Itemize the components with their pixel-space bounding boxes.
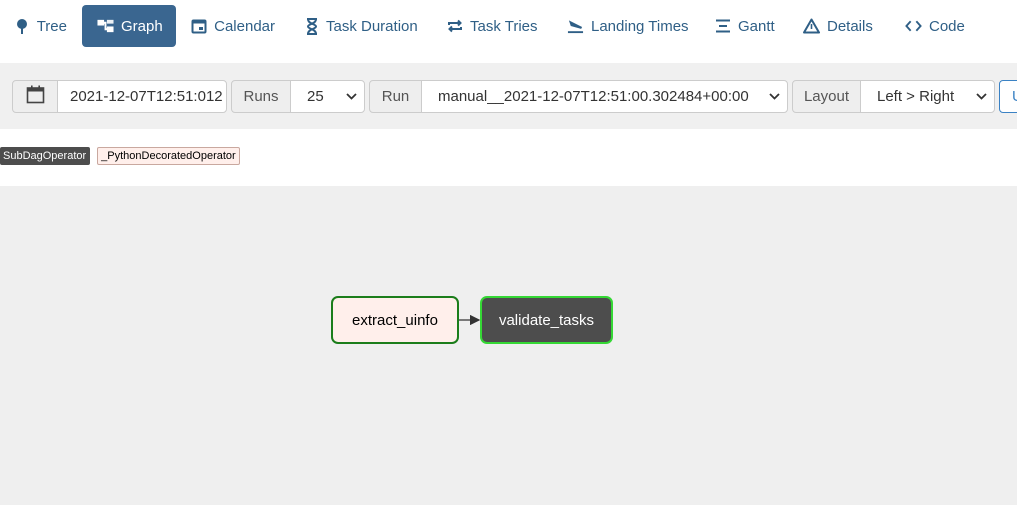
task-node-label: validate_tasks: [498, 311, 595, 329]
dag-view-tabs: Tree Graph Calendar Task Duration Task T…: [0, 5, 980, 47]
calendar-icon: [191, 18, 207, 35]
tab-landing-times[interactable]: Landing Times: [552, 5, 700, 47]
calendar-icon: [26, 85, 45, 108]
hourglass-icon: [305, 17, 319, 35]
update-button[interactable]: Update: [999, 80, 1017, 113]
plane-landing-icon: [567, 18, 584, 35]
warning-triangle-icon: [803, 18, 820, 35]
dag-graph-canvas[interactable]: extract_uinfo validate_tasks: [0, 186, 1017, 505]
task-node-validate-tasks[interactable]: validate_tasks: [480, 296, 613, 344]
tab-details[interactable]: Details: [788, 5, 890, 47]
chevron-down-icon: [968, 93, 994, 100]
task-node-label: extract_uinfo: [352, 311, 438, 329]
tab-graph[interactable]: Graph: [82, 5, 176, 47]
tab-label: Landing Times: [591, 17, 689, 35]
graph-view-page: Tree Graph Calendar Task Duration Task T…: [0, 0, 1017, 505]
tab-label: Task Tries: [470, 17, 538, 35]
run-label: Run: [369, 80, 422, 113]
graph-controls-bar: 2021-12-07T12:51:012 Runs 25 Run manual_…: [0, 63, 1017, 129]
tab-label: Calendar: [214, 17, 275, 35]
tree-icon: [15, 18, 30, 35]
base-date-input[interactable]: 2021-12-07T12:51:012: [57, 80, 227, 113]
graph-icon: [97, 18, 114, 35]
tab-label: Details: [827, 17, 873, 35]
tab-label: Tree: [36, 17, 67, 35]
runs-select[interactable]: 25: [290, 80, 365, 113]
code-icon: [905, 18, 922, 35]
chevron-down-icon: [338, 93, 364, 100]
tab-label: Gantt: [738, 17, 775, 35]
tab-calendar[interactable]: Calendar: [176, 5, 290, 47]
runs-label: Runs: [231, 80, 291, 113]
tab-label: Graph: [121, 17, 163, 35]
operator-legend: SubDagOperator _PythonDecoratedOperator: [0, 147, 240, 165]
tab-task-duration[interactable]: Task Duration: [290, 5, 432, 47]
layout-value: Left > Right: [877, 88, 955, 105]
tab-label: Code: [929, 17, 965, 35]
layout-select[interactable]: Left > Right: [860, 80, 995, 113]
retry-icon: [447, 18, 463, 35]
tab-gantt[interactable]: Gantt: [700, 5, 788, 47]
tab-code[interactable]: Code: [890, 5, 980, 47]
tab-label: Task Duration: [326, 17, 418, 35]
run-value: manual__2021-12-07T12:51:00.302484+00:00: [438, 88, 749, 105]
legend-subdag-operator[interactable]: SubDagOperator: [0, 147, 91, 165]
layout-label: Layout: [792, 80, 861, 113]
task-node-extract-uinfo[interactable]: extract_uinfo: [331, 296, 459, 344]
gantt-icon: [715, 18, 731, 35]
chevron-down-icon: [761, 93, 787, 100]
tab-task-tries[interactable]: Task Tries: [432, 5, 552, 47]
date-picker-button[interactable]: [12, 80, 58, 113]
legend-python-decorated-operator[interactable]: _PythonDecoratedOperator: [97, 147, 240, 165]
dag-edge: [459, 314, 481, 326]
runs-value: 25: [307, 88, 324, 105]
run-select[interactable]: manual__2021-12-07T12:51:00.302484+00:00: [421, 80, 788, 113]
tab-tree[interactable]: Tree: [0, 5, 82, 47]
